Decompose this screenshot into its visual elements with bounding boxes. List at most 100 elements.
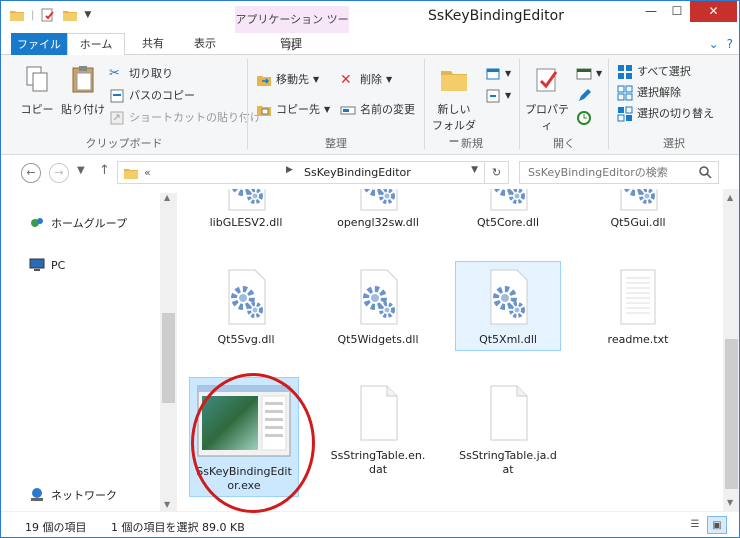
search-icon[interactable] — [698, 165, 712, 179]
new-item-button[interactable]: ▼ — [485, 65, 511, 83]
chevron-down-icon: ▼ — [313, 75, 320, 84]
breadcrumb-overflow[interactable]: « — [144, 166, 151, 179]
new-item-icon — [486, 68, 500, 80]
new-folder-icon[interactable] — [62, 7, 78, 23]
network-icon — [31, 488, 43, 501]
file-name: SsStringTable.en.dat — [330, 449, 426, 476]
address-bar[interactable]: « ▶ SsKeyBindingEditor ▼ — [117, 161, 485, 184]
file-item[interactable]: Qt5Xml.dll — [455, 261, 561, 351]
tab-file[interactable]: ファイル — [11, 33, 67, 55]
file-item[interactable]: Qt5Core.dll — [455, 189, 561, 234]
file-name: Qt5Xml.dll — [479, 333, 537, 346]
file-name: Qt5Gui.dll — [610, 216, 666, 229]
paste-shortcut-icon — [110, 111, 124, 125]
nav-pane-scrollbar[interactable]: ▲ ▼ — [160, 193, 177, 511]
file-item[interactable]: SsKeyBindingEditor.exe — [189, 377, 299, 497]
file-item[interactable]: readme.txt — [585, 261, 691, 351]
tab-home[interactable]: ホーム — [67, 33, 125, 56]
close-button[interactable]: ✕ — [690, 1, 737, 22]
file-name: Qt5Widgets.dll — [337, 333, 419, 346]
nav-item-homegroup[interactable]: ホームグループ — [29, 215, 127, 231]
organize-group-label: 整理 — [325, 137, 347, 150]
refresh-button[interactable]: ↻ — [485, 161, 509, 184]
scroll-down-icon[interactable]: ▼ — [164, 500, 170, 509]
large-icons-view-button[interactable]: ▣ — [707, 516, 727, 534]
history-button[interactable] — [576, 109, 592, 127]
forward-button[interactable]: → — [49, 163, 69, 183]
select-none-icon — [617, 85, 633, 101]
properties-button[interactable]: プロパティ — [520, 63, 574, 133]
copy-path-icon — [110, 89, 124, 103]
details-view-button[interactable]: ☰ — [685, 516, 705, 534]
scroll-down-icon[interactable]: ▼ — [727, 498, 733, 507]
select-none-button[interactable]: 選択解除 — [617, 84, 681, 102]
collapse-ribbon-icon[interactable]: ⌄ — [709, 37, 719, 51]
file-name: libGLESV2.dll — [209, 216, 283, 229]
file-list-scrollbar[interactable]: ▲ ▼ — [723, 189, 739, 511]
file-item[interactable]: Qt5Widgets.dll — [325, 261, 431, 351]
back-button[interactable]: ← — [21, 163, 41, 183]
minimize-button[interactable]: — — [638, 1, 664, 22]
folder-icon[interactable] — [9, 7, 25, 23]
breadcrumb-separator-icon[interactable]: ▶ — [286, 165, 293, 175]
file-icon — [456, 189, 560, 212]
select-all-button[interactable]: すべて選択 — [617, 63, 691, 81]
new-folder-label-1: 新しい — [437, 103, 471, 116]
homegroup-icon — [31, 218, 43, 227]
rename-button[interactable]: 名前の変更 — [340, 101, 415, 119]
explorer-window: | ▼ アプリケーション ツール SsKeyBindingEditor — ☐ … — [0, 0, 740, 538]
copy-to-label: コピー先 — [276, 103, 320, 116]
breadcrumb-current[interactable]: SsKeyBindingEditor — [304, 166, 411, 179]
file-icon — [456, 384, 560, 445]
tab-view[interactable]: 表示 — [181, 33, 229, 55]
file-scroll-thumb[interactable] — [725, 339, 738, 489]
scroll-up-icon[interactable]: ▲ — [727, 193, 733, 202]
scroll-up-icon[interactable]: ▲ — [164, 193, 170, 202]
blank-file-icon — [490, 385, 528, 441]
file-item[interactable]: libGLESV2.dll — [193, 189, 299, 234]
paste-button[interactable]: 貼り付け — [59, 63, 107, 117]
arrow-up-icon: ↑ — [99, 163, 110, 178]
ribbon-tab-icons: ⌄ ? — [709, 37, 733, 51]
file-item[interactable]: SsStringTable.en.dat — [325, 377, 431, 481]
file-item[interactable]: Qt5Svg.dll — [193, 261, 299, 351]
copy-path-button[interactable]: パスのコピー — [109, 87, 195, 105]
edit-button[interactable] — [576, 87, 592, 105]
cut-button[interactable]: ✂ 切り取り — [109, 65, 173, 83]
invert-selection-button[interactable]: 選択の切り替え — [617, 105, 714, 123]
easy-access-button[interactable]: ▼ — [485, 87, 511, 105]
search-input[interactable] — [520, 162, 692, 183]
edit-icon — [579, 89, 591, 101]
open-button[interactable]: ▼ — [576, 65, 602, 83]
file-icon — [326, 384, 430, 445]
chevron-down-icon: ▼ — [505, 91, 512, 100]
application-icon — [197, 385, 291, 457]
file-item[interactable]: opengl32sw.dll — [325, 189, 431, 234]
help-icon[interactable]: ? — [727, 37, 733, 51]
recent-locations-button[interactable]: ▼ — [77, 165, 85, 176]
delete-button[interactable]: ✕ 削除 ▼ — [340, 71, 392, 89]
nav-scroll-thumb[interactable] — [162, 313, 175, 403]
nav-label-homegroup: ホームグループ — [51, 217, 128, 230]
clipboard-group-label: クリップボード — [85, 137, 163, 150]
file-item[interactable]: SsStringTable.ja.dat — [455, 377, 561, 481]
copy-to-button[interactable]: コピー先 ▼ — [256, 101, 330, 119]
file-name: opengl32sw.dll — [337, 216, 419, 229]
paste-shortcut-button[interactable]: ショートカットの貼り付け — [109, 109, 261, 127]
nav-item-pc[interactable]: PC — [29, 257, 65, 273]
file-item[interactable]: Qt5Gui.dll — [585, 189, 691, 234]
file-name: readme.txt — [607, 333, 669, 346]
tab-share[interactable]: 共有 — [131, 33, 175, 55]
copy-button[interactable]: コピー — [15, 63, 59, 117]
maximize-button[interactable]: ☐ — [664, 1, 690, 22]
tab-manage[interactable]: 管理 — [261, 33, 321, 55]
organize-group: 移動先 ▼ コピー先 ▼ ✕ 削除 ▼ 名前の変更 整理 — [248, 55, 424, 155]
search-box[interactable] — [519, 161, 719, 184]
customize-qat-icon[interactable]: ▼ — [84, 10, 91, 20]
address-dropdown-icon[interactable]: ▼ — [471, 165, 478, 175]
nav-item-network[interactable]: ネットワーク — [29, 487, 117, 503]
move-to-button[interactable]: 移動先 ▼ — [256, 71, 319, 89]
properties-check-icon[interactable] — [40, 7, 56, 23]
up-button[interactable]: ↑ — [99, 163, 110, 178]
arrow-left-icon: ← — [26, 166, 36, 179]
